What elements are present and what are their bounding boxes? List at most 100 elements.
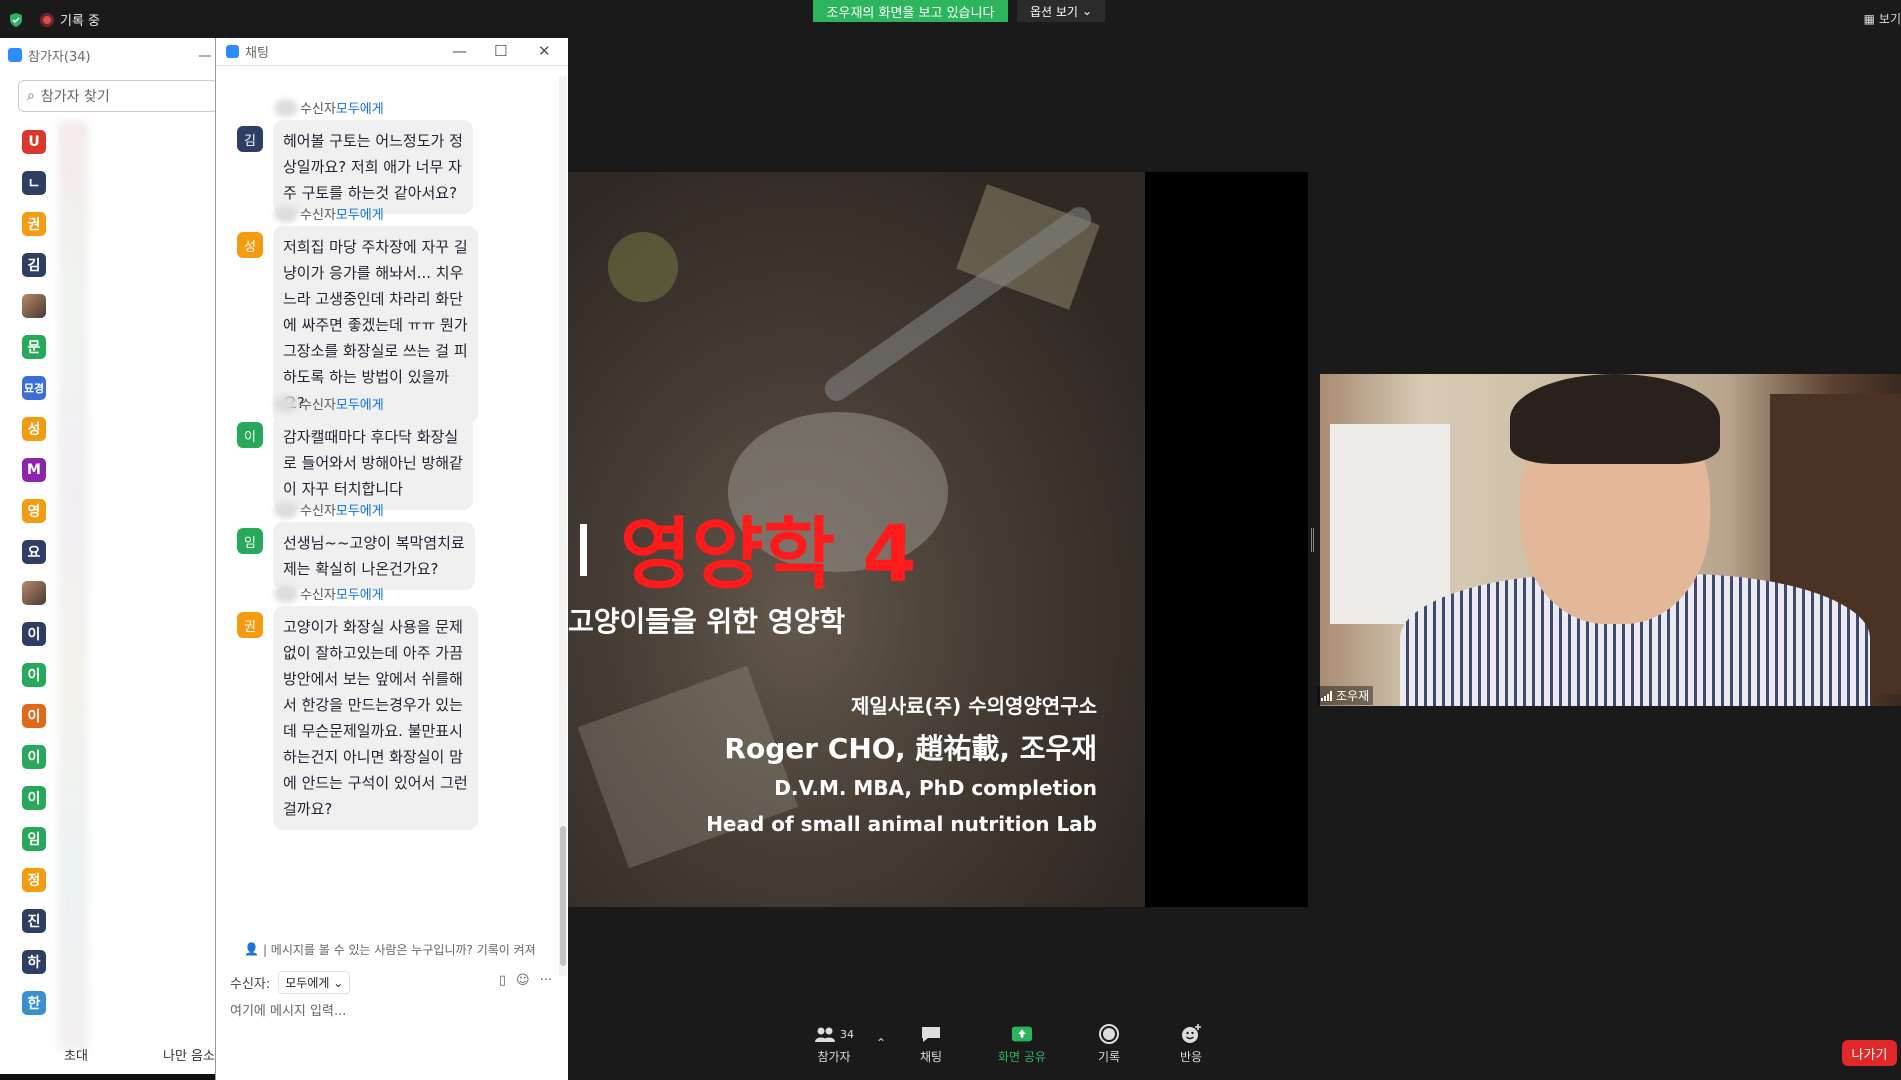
recipient-link[interactable]: 모두에게 [336,204,384,223]
avatar: 이 [22,621,46,646]
message-bubble[interactable]: 고양이가 화장실 사용을 문제 없이 잘하고있는데 아주 가끔 방안에서 보는 앞에… [273,606,478,830]
reactions-button[interactable]: 반응 [1180,1024,1202,1065]
zoom-icon [8,48,22,62]
minimize-icon[interactable]: — [198,48,212,64]
avatar: 정 [22,867,46,892]
close-icon[interactable]: ✕ [538,42,551,60]
redacted-name [274,394,298,413]
participant-row[interactable] [0,572,215,613]
participant-row[interactable]: 임 [0,818,215,859]
recipient-link[interactable]: 모두에게 [336,98,384,117]
view-button[interactable]: ▦ 보기 [1864,10,1901,27]
privacy-note[interactable]: 👤 | 메시지를 볼 수 있는 사람은 누구입니까? 기록이 켜져 [216,936,561,962]
participant-row[interactable]: 한 [0,982,215,1023]
message-bubble[interactable]: 선생님~~고양이 복막염치료 제는 확실히 나온건가요? [273,522,475,590]
participant-row[interactable]: 문 [0,326,215,367]
speaker-video[interactable] [1320,374,1901,706]
participant-row[interactable]: 성 [0,408,215,449]
participant-row[interactable]: 진 [0,900,215,941]
avatar: 진 [22,908,46,933]
recipient-prefix: 수신자 [300,208,336,223]
emoji-icon[interactable]: ☺ [516,973,530,988]
recipient-link[interactable]: 모두에게 [336,500,384,519]
participant-row[interactable]: 묘경 [0,367,215,408]
message-line: 없이 잘하고있는데 아주 가끔 [283,644,463,662]
message-line: 헤어볼 구토는 어느정도가 정 [283,132,463,150]
share-screen-button[interactable]: 화면 공유 [998,1024,1046,1065]
message-line: 고양이가 화장실 사용을 문제 [283,618,463,636]
grid-icon: ▦ [1863,11,1875,26]
participant-row[interactable]: 이 [0,777,215,818]
recording-indicator[interactable]: 기록 중 [40,10,100,29]
participant-row[interactable]: 이 [0,695,215,736]
participant-row[interactable]: M [0,449,215,490]
participant-row[interactable]: 정 [0,859,215,900]
avatar: 임 [22,826,46,851]
shield-icon[interactable] [8,12,24,28]
message-bubble[interactable]: 헤어볼 구토는 어느정도가 정 상일까요? 저희 애가 너무 자주 구토를 하는것… [273,120,473,214]
participant-row[interactable]: 이 [0,654,215,695]
recipient-label: 수신자: [230,977,271,992]
chat-label: 채팅 [920,1050,943,1064]
participant-row[interactable] [0,285,215,326]
recipient-link[interactable]: 모두에게 [336,394,384,413]
chevron-up-icon[interactable]: ⌃ [876,1036,886,1050]
people-icon: 👤 [244,942,259,956]
avatar: 김 [22,252,46,277]
record-button[interactable]: 기록 [1098,1024,1120,1065]
recipient-prefix: 수신자 [300,588,336,603]
participant-row[interactable]: 영 [0,490,215,531]
message-bubble[interactable]: 감자캘때마다 후다닥 화장실 로 들어와서 방해아닌 방해같 이 자꾸 터치합니다 [273,416,473,510]
message-input[interactable]: 여기에 메시지 입력... [230,1000,346,1019]
sender-avatar: 권 [237,612,263,638]
message-line: 그장소를 화장실로 쓰는 걸 피 [283,342,468,360]
participant-row[interactable]: ㄴ [0,162,215,203]
recipient-link[interactable]: 모두에게 [336,584,384,603]
leave-button[interactable]: 나가기 [1842,1040,1897,1066]
recipient-row: 수신자: 모두에게 ⌄ [230,971,351,994]
avatar: M [22,457,46,482]
participant-row[interactable]: 이 [0,736,215,777]
avatar: 요 [22,539,46,564]
recording-label: 기록 중 [60,14,101,29]
message-line: 저희집 마당 주차장에 자꾸 길 [283,238,468,256]
participant-row[interactable]: 이 [0,613,215,654]
invite-button[interactable]: 초대 [64,1045,88,1064]
message-line: 서 한강을 만드는경우가 있는 [283,696,463,714]
message-line: 냥이가 응가를 해놔서... 치우 [283,264,464,282]
record-dot-icon [40,12,54,27]
recipient-select[interactable]: 모두에게 ⌄ [278,971,351,994]
minimize-icon[interactable]: — [452,42,467,60]
message-line: 제는 확실히 나온건가요? [283,560,439,578]
participant-row[interactable]: 요 [0,531,215,572]
participant-search-input[interactable]: ⌕ 참가자 찾기 [18,80,218,112]
participant-row[interactable]: U [0,121,215,162]
chat-button[interactable]: 채팅 [920,1024,942,1065]
message-line: 주 구토를 하는것 같아서요? [283,184,458,202]
message-sender: 수신자 모두에게 [274,584,384,603]
avatar [22,293,46,318]
participant-row[interactable]: 권 [0,203,215,244]
chat-messages[interactable]: 수신자 모두에게 김 헤어볼 구토는 어느정도가 정 상일까요? 저희 애가 너무 자주… [216,68,561,968]
message-line: 감자캘때마다 후다닥 화장실 [283,428,459,446]
participant-row[interactable]: 김 [0,244,215,285]
top-bar: 기록 중 조우재의 화면을 보고 있습니다 옵션 보기 ⌄ ▦ 보기 [0,0,1901,38]
participants-button[interactable]: 34 참가자 [812,1024,856,1065]
maximize-icon[interactable]: ☐ [494,42,507,60]
more-icon[interactable]: ··· [540,973,552,988]
participants-header: 참가자(34) — [0,38,215,72]
view-options-button[interactable]: 옵션 보기 ⌄ [1017,0,1105,22]
message-sender: 수신자 모두에게 [274,394,384,413]
shared-screen-margin [1145,172,1308,907]
message-line: 로 들어와서 방해아닌 방해같 [283,454,463,472]
participants-footer: 초대 나만 음소 [0,1028,215,1080]
mute-self-button[interactable]: 나만 음소 [163,1045,215,1064]
participant-row[interactable]: 하 [0,941,215,982]
splitter-handle[interactable] [1311,528,1314,552]
recipient-prefix: 수신자 [300,102,336,117]
redacted-name [274,500,298,519]
video-name: 조우재 [1336,689,1370,703]
message-sender: 수신자 모두에게 [274,98,384,117]
file-icon[interactable]: ▯ [499,973,506,988]
view-label: 보기 [1878,12,1901,26]
